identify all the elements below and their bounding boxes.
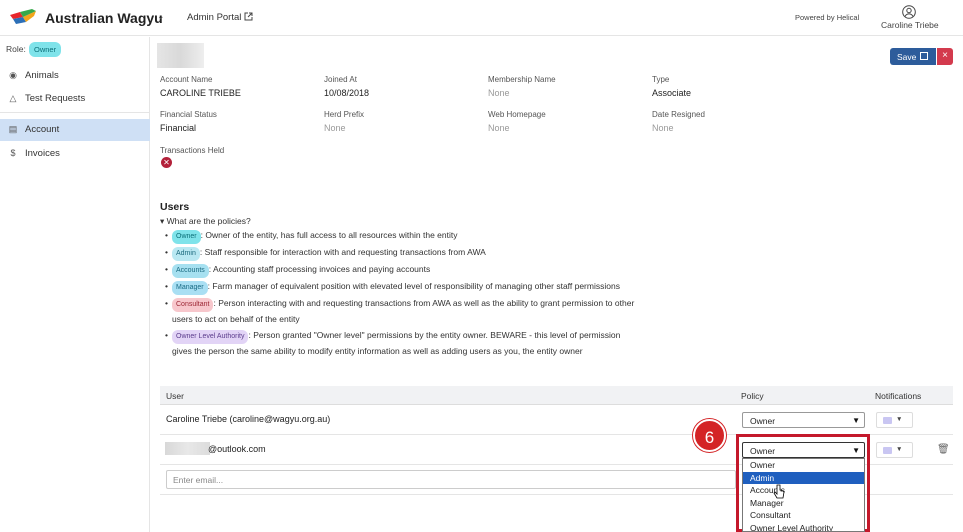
policy-description: : Staff responsible for interaction with… — [199, 247, 486, 257]
policy-option[interactable]: Manager — [743, 497, 864, 510]
policy-badge-consultant: Consultant — [172, 298, 214, 312]
sidebar-item-label: Test Requests — [25, 93, 86, 104]
list-item: Consultant: Person interacting with and … — [165, 296, 635, 327]
sidebar-divider — [0, 112, 150, 113]
account-name-value: CAROLINE TRIEBE — [160, 88, 241, 98]
list-item: Admin: Staff responsible for interaction… — [165, 245, 635, 261]
role-badge: Owner — [29, 42, 62, 57]
dollar-icon: $ — [10, 148, 16, 158]
policy-badge-owner-level-authority: Owner Level Authority — [172, 330, 249, 344]
membership-name-value: None — [488, 88, 510, 98]
policy-select[interactable]: Owner ▼ — [742, 412, 865, 428]
notifications-dropdown[interactable]: ▼ — [876, 412, 913, 428]
web-homepage-value: None — [488, 123, 510, 133]
type-value: Associate — [652, 88, 692, 98]
sidebar-item-label: Invoices — [25, 148, 60, 159]
policy-options-list: Owner Admin Accounts Manager Consultant … — [742, 458, 865, 532]
table-row: Caroline Triebe (caroline@wagyu.org.au) … — [160, 405, 953, 435]
account-card-icon: ▤ — [8, 124, 18, 134]
list-item: Owner: Owner of the entity, has full acc… — [165, 228, 635, 244]
close-button[interactable]: × — [937, 48, 953, 65]
save-button[interactable]: Save — [890, 48, 936, 65]
sidebar-item-animals[interactable]: ◉ Animals — [0, 65, 150, 87]
list-item: Accounts: Accounting staff processing in… — [165, 262, 635, 278]
role-label: Role: — [6, 44, 26, 54]
policy-description: : Person interacting with and requesting… — [172, 298, 635, 324]
account-avatar — [157, 43, 204, 68]
step-marker: 6 — [693, 419, 726, 452]
notifications-dropdown[interactable]: ▼ — [876, 442, 913, 458]
column-header-notifications: Notifications — [875, 391, 922, 401]
users-table-header: User Policy Notifications — [160, 386, 953, 405]
brand-name[interactable]: Australian Wagyu — [45, 10, 163, 26]
herd-prefix-value: None — [324, 123, 346, 133]
column-header-user: User — [166, 391, 184, 401]
policy-badge-admin: Admin — [172, 247, 200, 261]
sidebar: Role: Owner ◉ Animals △ Test Requests ▤ … — [0, 37, 150, 532]
policy-description: : Owner of the entity, has full access t… — [200, 230, 458, 240]
membership-name-label: Membership Name — [488, 75, 556, 84]
policy-list: Owner: Owner of the entity, has full acc… — [165, 228, 635, 360]
sidebar-item-label: Animals — [25, 70, 59, 81]
user-name[interactable]: Caroline Triebe — [881, 20, 939, 30]
user-avatar-icon[interactable] — [902, 5, 916, 19]
policy-description: : Farm manager of equivalent position wi… — [207, 281, 620, 291]
trash-icon[interactable]: 🗑 — [937, 444, 950, 455]
redacted-email-prefix — [165, 442, 210, 455]
policy-option[interactable]: Consultant — [743, 509, 864, 522]
sidebar-item-invoices[interactable]: $ Invoices — [0, 143, 150, 165]
mouse-cursor-icon — [773, 484, 785, 499]
admin-portal-link[interactable]: Admin Portal — [187, 12, 241, 23]
external-link-icon[interactable] — [244, 12, 253, 21]
powered-by-text: Powered by Helical — [795, 13, 860, 22]
column-header-policy: Policy — [741, 391, 764, 401]
policy-option[interactable]: Admin — [743, 471, 864, 484]
policy-description: : Accounting staff processing invoices a… — [208, 264, 431, 274]
joined-at-label: Joined At — [324, 75, 357, 84]
account-name-label: Account Name — [160, 75, 213, 84]
save-button-label: Save — [897, 52, 917, 62]
policy-badge-accounts: Accounts — [172, 264, 209, 278]
sidebar-item-test-requests[interactable]: △ Test Requests — [0, 88, 150, 110]
policy-option[interactable]: Owner — [743, 459, 864, 472]
joined-at-value: 10/08/2018 — [324, 88, 370, 98]
financial-status-label: Financial Status — [160, 110, 217, 119]
brand-logo-icon[interactable] — [10, 9, 36, 27]
top-bar: Australian Wagyu ⌄ Admin Portal Powered … — [0, 0, 963, 36]
policy-badge-owner: Owner — [172, 230, 201, 244]
bell-icon — [883, 417, 892, 424]
type-label: Type — [652, 75, 670, 84]
bell-icon — [883, 447, 892, 454]
web-homepage-label: Web Homepage — [488, 110, 546, 119]
cow-icon: ◉ — [9, 70, 17, 80]
sidebar-item-account[interactable]: ▤ Account — [0, 119, 150, 141]
list-item: Owner Level Authority: Person granted "O… — [165, 328, 635, 359]
herd-prefix-label: Herd Prefix — [324, 110, 365, 119]
flask-icon: △ — [9, 93, 17, 103]
policy-option[interactable]: Accounts — [743, 484, 864, 497]
policy-badge-manager: Manager — [172, 281, 208, 295]
save-icon — [920, 52, 928, 60]
financial-status-value: Financial — [160, 123, 197, 133]
user-cell: Caroline Triebe (caroline@wagyu.org.au) — [166, 414, 331, 424]
chevron-down-icon: ▼ — [896, 446, 903, 453]
chevron-down-icon: ▼ — [896, 416, 903, 423]
date-resigned-value: None — [652, 123, 674, 133]
user-cell: @outlook.com — [208, 444, 266, 454]
date-resigned-label: Date Resigned — [652, 110, 705, 119]
chevron-down-icon: ▼ — [852, 416, 860, 425]
policy-select-value: Owner — [750, 416, 776, 426]
chevron-down-icon[interactable]: ⌄ — [157, 11, 165, 22]
policies-disclosure[interactable]: ▾ What are the policies? — [160, 216, 251, 227]
add-user-email-input[interactable]: Enter email... — [166, 470, 736, 489]
sidebar-item-label: Account — [25, 124, 60, 135]
cross-circle-icon: ✕ — [161, 157, 172, 168]
policy-option[interactable]: Owner Level Authority — [743, 522, 864, 532]
list-item: Manager: Farm manager of equivalent posi… — [165, 279, 635, 295]
transactions-held-label: Transactions Held — [160, 146, 225, 155]
users-section-title: Users — [160, 201, 190, 213]
